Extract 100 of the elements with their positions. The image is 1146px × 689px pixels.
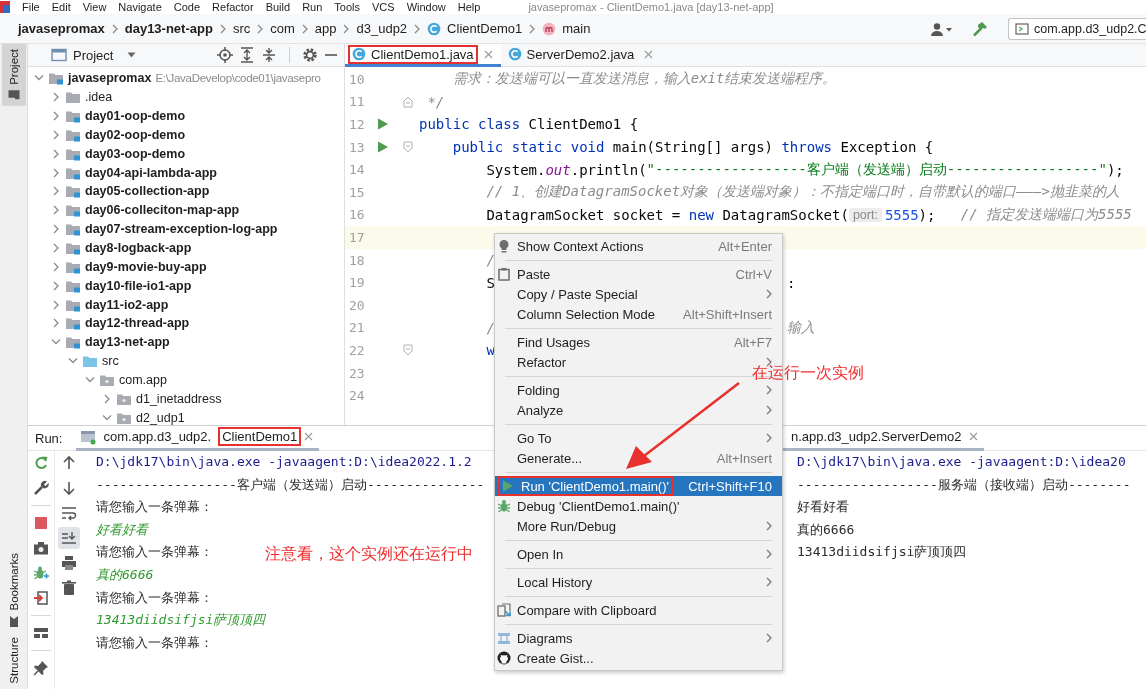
chevron-right-icon[interactable] <box>51 280 61 291</box>
tree-item[interactable]: day05-collection-app <box>85 184 210 199</box>
run-configuration-selector[interactable]: com.app.d3_udp2.C <box>1008 17 1146 40</box>
user-icon[interactable] <box>930 21 952 36</box>
tool-window-tab[interactable]: Structure <box>1 632 26 689</box>
chevron-right-icon[interactable] <box>51 111 61 122</box>
tree-item[interactable]: day9-movie-buy-app <box>85 259 207 274</box>
panel-title[interactable]: Project <box>73 47 114 63</box>
expand-all-icon[interactable] <box>239 47 255 63</box>
tree-item[interactable]: day02-oop-demo <box>85 127 185 142</box>
tree-item[interactable]: day07-stream-exception-log-app <box>85 222 278 237</box>
menu-item[interactable]: Debug 'ClientDemo1.main()' <box>495 496 782 516</box>
chevron-down-icon[interactable] <box>102 413 112 422</box>
close-icon[interactable] <box>644 49 654 59</box>
menu-item[interactable]: Go To <box>495 428 782 448</box>
arrow-down-icon[interactable] <box>60 480 77 496</box>
breadcrumb-item[interactable]: app <box>314 21 337 36</box>
tool-window-tab[interactable]: Project <box>1 44 26 106</box>
menu-item[interactable]: Create Gist... <box>495 648 782 668</box>
chevron-right-icon[interactable] <box>51 148 61 159</box>
target-icon[interactable] <box>217 47 233 63</box>
tool-window-tab[interactable]: Bookmarks <box>1 547 26 633</box>
chevron-right-icon[interactable] <box>51 129 61 140</box>
tree-item[interactable]: day10-file-io1-app <box>85 278 192 293</box>
menu-item[interactable]: Window <box>406 0 446 14</box>
menu-item[interactable]: Code <box>173 0 201 14</box>
editor-tab[interactable]: ServerDemo2.java <box>500 44 662 67</box>
editor-tab[interactable]: ClientDemo1.java <box>345 44 501 67</box>
chevron-right-icon[interactable] <box>51 299 61 310</box>
printer-icon[interactable] <box>60 555 77 571</box>
menu-item[interactable]: Open In <box>495 544 782 564</box>
chevron-right-icon[interactable] <box>51 205 61 216</box>
tree-item[interactable]: day06-colleciton-map-app <box>85 203 240 218</box>
debug-icon[interactable] <box>33 565 49 581</box>
chevron-down-icon[interactable] <box>34 74 44 83</box>
tree-item[interactable]: com.app <box>119 372 167 387</box>
menu-item[interactable]: More Run/Debug <box>495 516 782 536</box>
rerun-icon[interactable] <box>33 455 49 471</box>
menu-item[interactable]: View <box>82 0 107 14</box>
chevron-right-icon[interactable] <box>51 318 61 329</box>
tree-item[interactable]: .idea <box>85 90 113 105</box>
menu-item[interactable]: VCS <box>372 0 395 14</box>
menu-item[interactable]: Local History <box>495 572 782 592</box>
menu-item[interactable]: Find Usages Alt+F7 <box>495 332 782 352</box>
tree-item[interactable]: day03-oop-demo <box>85 146 185 161</box>
chevron-right-icon[interactable] <box>51 261 61 272</box>
soft-wrap-icon[interactable] <box>60 505 77 521</box>
tree-item[interactable]: d1_inetaddress <box>136 391 222 406</box>
wrench-icon[interactable] <box>33 480 49 496</box>
menu-item[interactable]: Column Selection Mode Alt+Shift+Insert <box>495 304 782 324</box>
scroll-to-end-button[interactable] <box>57 527 80 549</box>
pin-icon[interactable] <box>33 660 49 676</box>
settings-icon[interactable] <box>302 47 318 63</box>
menu-item[interactable]: Tools <box>334 0 360 14</box>
breadcrumb-item[interactable]: main <box>562 21 591 36</box>
fold-icon[interactable] <box>403 344 413 357</box>
breadcrumb-item[interactable]: day13-net-app <box>124 21 213 36</box>
exit-icon[interactable] <box>33 590 49 606</box>
menu-item[interactable]: Compare with Clipboard <box>495 600 782 620</box>
menu-item[interactable]: Copy / Paste Special <box>495 284 782 304</box>
menu-item[interactable]: Build <box>265 0 291 14</box>
menu-item[interactable]: Show Context Actions Alt+Enter <box>495 236 782 256</box>
menu-item[interactable]: Run 'ClientDemo1.main()' Ctrl+Shift+F10 <box>495 476 782 496</box>
tree-item[interactable]: day12-thread-app <box>85 316 190 331</box>
menu-item[interactable]: Help <box>457 0 481 14</box>
console-tab[interactable]: com.app.d3_udp2. ClientDemo1 <box>76 425 320 451</box>
menu-item[interactable]: Edit <box>51 0 71 14</box>
tree-item[interactable]: day04-api-lambda-app <box>85 165 217 180</box>
menu-item[interactable]: Paste Ctrl+V <box>495 264 782 284</box>
chevron-right-icon[interactable] <box>51 224 61 235</box>
tree-item[interactable]: javasepromax <box>68 71 152 86</box>
menu-item[interactable]: Run <box>302 0 323 14</box>
run-gutter-icon[interactable] <box>377 118 389 131</box>
menu-item[interactable]: File <box>22 0 40 14</box>
tree-item[interactable]: day13-net-app <box>85 335 170 350</box>
tree-item[interactable]: day01-oop-demo <box>85 109 185 124</box>
menu-item[interactable]: Folding <box>495 380 782 400</box>
chevron-right-icon[interactable] <box>102 393 112 404</box>
chevron-right-icon[interactable] <box>51 186 61 197</box>
hammer-icon[interactable] <box>972 20 988 37</box>
tree-item[interactable]: src <box>102 354 119 369</box>
camera-icon[interactable] <box>33 540 49 556</box>
fold-end-icon[interactable] <box>403 95 413 108</box>
collapse-all-icon[interactable] <box>261 47 277 63</box>
breadcrumb-item[interactable]: javasepromax <box>18 21 105 36</box>
trash-icon[interactable] <box>60 580 77 596</box>
breadcrumb-item[interactable]: ClientDemo1 <box>447 21 523 36</box>
tree-item[interactable]: day8-logback-app <box>85 241 192 255</box>
stop-icon[interactable] <box>33 515 49 531</box>
run-gutter-icon[interactable] <box>377 141 389 154</box>
menu-item[interactable]: Analyze <box>495 400 782 420</box>
close-icon[interactable] <box>968 432 978 441</box>
menu-item[interactable]: Generate... Alt+Insert <box>495 448 782 468</box>
tree-item[interactable]: day11-io2-app <box>85 297 169 312</box>
breadcrumb-item[interactable]: d3_udp2 <box>356 21 408 36</box>
breadcrumb-item[interactable]: com <box>270 21 295 36</box>
breadcrumb-item[interactable]: src <box>232 21 251 36</box>
close-icon[interactable] <box>483 49 493 59</box>
chevron-right-icon[interactable] <box>51 167 61 178</box>
chevron-right-icon[interactable] <box>51 243 61 253</box>
